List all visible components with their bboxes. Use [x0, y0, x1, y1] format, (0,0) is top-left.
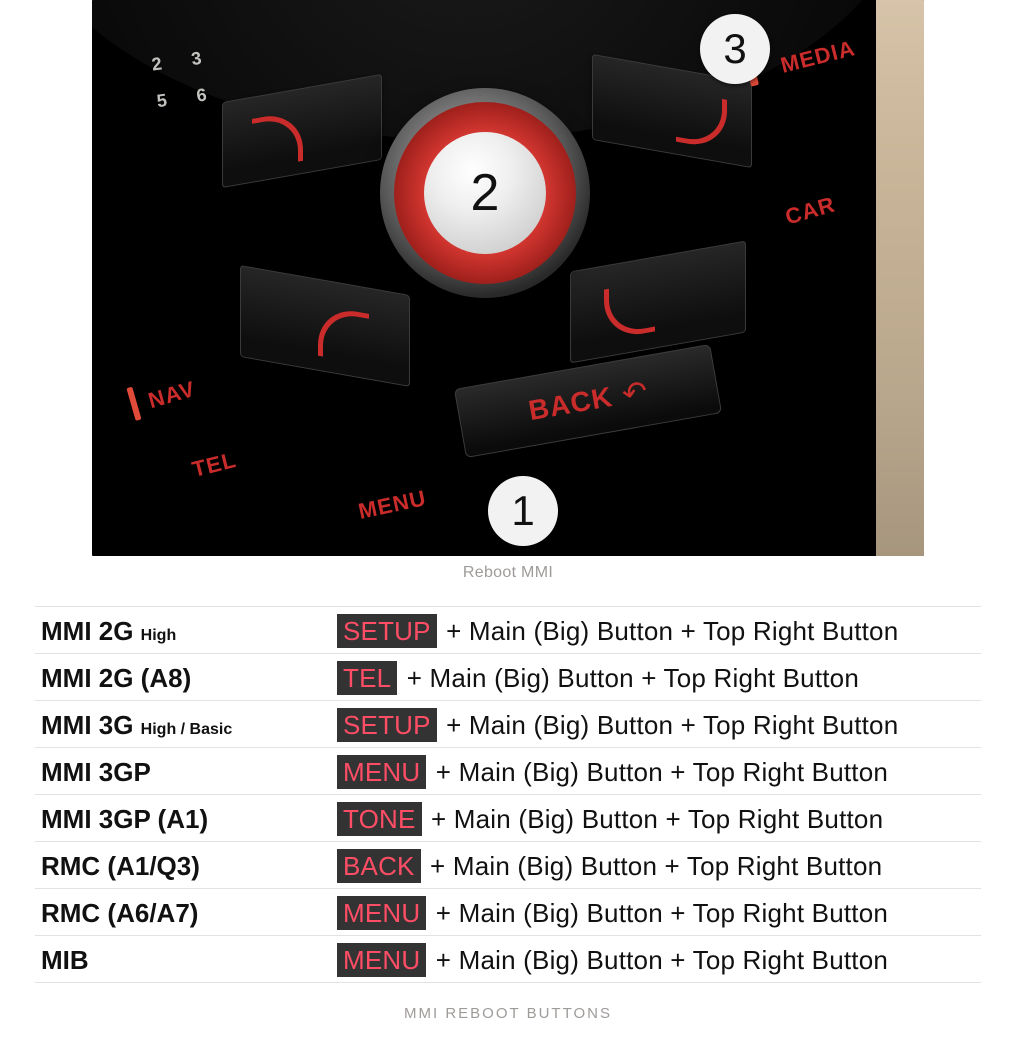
- key-chip: BACK: [337, 849, 421, 884]
- nav-button: NAV: [145, 376, 198, 414]
- model-cell: MMI 2G (A8): [35, 654, 331, 701]
- key-chip: TEL: [337, 661, 397, 696]
- table-row: MMI 3GPMENU + Main (Big) Button + Top Ri…: [35, 748, 981, 795]
- model-cell: RMC (A6/A7): [35, 889, 331, 936]
- table-row: MMI 3G High / BasicSETUP + Main (Big) Bu…: [35, 701, 981, 748]
- key-chip: TONE: [337, 802, 422, 837]
- preset-3: 3: [190, 48, 203, 70]
- trim-strip: [876, 0, 924, 556]
- model-cell: MIB: [35, 936, 331, 983]
- marker-1: 1: [488, 476, 558, 546]
- key-chip: MENU: [337, 943, 426, 978]
- model-cell: MMI 3G High / Basic: [35, 701, 331, 748]
- preset-6: 6: [195, 85, 208, 107]
- combo-cell: SETUP + Main (Big) Button + Top Right Bu…: [331, 607, 981, 654]
- model-cell: MMI 3GP (A1): [35, 795, 331, 842]
- table-caption: MMI REBOOT BUTTONS: [35, 1005, 981, 1022]
- table-row: MMI 2G HighSETUP + Main (Big) Button + T…: [35, 607, 981, 654]
- tel-button: TEL: [190, 447, 240, 483]
- combo-cell: MENU + Main (Big) Button + Top Right But…: [331, 748, 981, 795]
- key-chip: SETUP: [337, 614, 437, 649]
- table-row: RMC (A1/Q3)BACK + Main (Big) Button + To…: [35, 842, 981, 889]
- menu-button: MENU: [356, 485, 429, 525]
- combo-cell: TEL + Main (Big) Button + Top Right Butt…: [331, 654, 981, 701]
- main-rotary-knob: 2: [380, 88, 590, 298]
- model-cell: MMI 3GP: [35, 748, 331, 795]
- key-chip: MENU: [337, 755, 426, 790]
- back-button: BACK ↶: [454, 344, 722, 458]
- combo-cell: SETUP + Main (Big) Button + Top Right Bu…: [331, 701, 981, 748]
- softkey-bottom-right: [570, 240, 746, 363]
- car-button: CAR: [783, 192, 839, 231]
- table-row: MMI 3GP (A1)TONE + Main (Big) Button + T…: [35, 795, 981, 842]
- softkey-bottom-left: [240, 265, 410, 387]
- reboot-table: MMI 2G HighSETUP + Main (Big) Button + T…: [35, 606, 981, 983]
- table-row: MMI 2G (A8)TEL + Main (Big) Button + Top…: [35, 654, 981, 701]
- table-row: MIBMENU + Main (Big) Button + Top Right …: [35, 936, 981, 983]
- marker-2: 2: [424, 132, 546, 254]
- back-label: BACK: [526, 381, 615, 427]
- image-caption: Reboot MMI: [92, 564, 924, 582]
- combo-cell: MENU + Main (Big) Button + Top Right But…: [331, 936, 981, 983]
- key-chip: SETUP: [337, 708, 437, 743]
- preset-2: 2: [150, 53, 163, 75]
- key-chip: MENU: [337, 896, 426, 931]
- combo-cell: BACK + Main (Big) Button + Top Right But…: [331, 842, 981, 889]
- return-arrow-icon: ↶: [619, 373, 650, 412]
- combo-cell: MENU + Main (Big) Button + Top Right But…: [331, 889, 981, 936]
- marker-3: 3: [700, 14, 770, 84]
- table-row: RMC (A6/A7)MENU + Main (Big) Button + To…: [35, 889, 981, 936]
- mmi-console-photo: 2 3 5 6 2 BACK ↶ NAV TEL MENU CAR: [92, 0, 924, 556]
- model-cell: MMI 2G High: [35, 607, 331, 654]
- preset-5: 5: [156, 90, 169, 112]
- combo-cell: TONE + Main (Big) Button + Top Right But…: [331, 795, 981, 842]
- model-cell: RMC (A1/Q3): [35, 842, 331, 889]
